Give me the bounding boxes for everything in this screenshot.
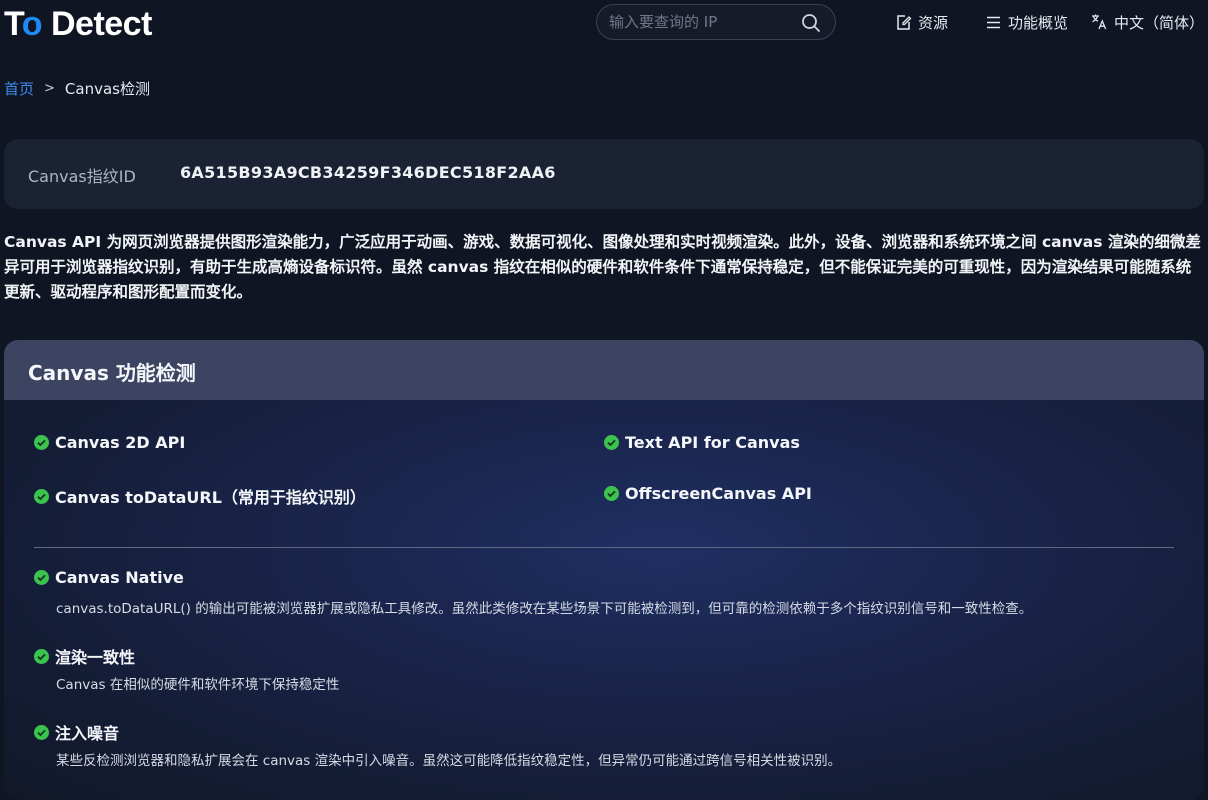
detail-title-label: Canvas Native bbox=[55, 568, 184, 587]
fingerprint-id-card: Canvas指纹ID 6A515B93A9CB34259F346DEC518F2… bbox=[4, 139, 1204, 209]
logo-letter-o: o bbox=[21, 5, 43, 43]
nav-resources-label: 资源 bbox=[918, 13, 949, 32]
detail-title-label: 注入噪音 bbox=[55, 724, 120, 743]
logo-letter-t: T bbox=[4, 5, 22, 43]
check-circle-icon bbox=[34, 724, 49, 740]
menu-icon bbox=[987, 16, 1000, 28]
check-circle-icon bbox=[34, 488, 49, 504]
feature-label: Canvas toDataURL（常用于指纹识别） bbox=[55, 488, 366, 507]
canvas-api-description: Canvas API 为网页浏览器提供图形渲染能力，广泛应用于动画、游戏、数据可… bbox=[4, 233, 1201, 301]
nav-features-overview[interactable]: 功能概览 bbox=[985, 10, 1068, 34]
detail-title: 渲染一致性 bbox=[34, 644, 135, 668]
logo-word-detect: Detect bbox=[42, 5, 152, 43]
feature-detection-panel: Canvas 功能检测 Canvas 2D API Text API for C… bbox=[4, 340, 1204, 800]
check-circle-icon bbox=[34, 435, 49, 450]
breadcrumb-separator: > bbox=[44, 80, 55, 96]
feature-label: OffscreenCanvas API bbox=[625, 484, 812, 503]
detail-text: 某些反检测浏览器和隐私扩展会在 canvas 渲染中引入噪音。虽然这可能降低指纹… bbox=[56, 753, 842, 769]
nav-resources[interactable]: 资源 bbox=[895, 10, 948, 34]
check-circle-icon bbox=[604, 435, 619, 450]
language-selector[interactable]: 中文（简体） bbox=[1090, 10, 1204, 34]
top-bar: To Detect 资源 功能概览 中文（简体） bbox=[0, 0, 1208, 44]
breadcrumb: 首页 > Canvas检测 bbox=[4, 77, 150, 99]
nav-features-label: 功能概览 bbox=[1008, 13, 1069, 32]
language-label: 中文（简体） bbox=[1114, 13, 1205, 32]
panel-title: Canvas 功能检测 bbox=[28, 361, 196, 385]
detail-text: Canvas 在相似的硬件和软件环境下保持稳定性 bbox=[56, 677, 340, 693]
detail-title: 注入噪音 bbox=[34, 720, 119, 744]
detail-text: canvas.toDataURL() 的输出可能被浏览器扩展或隐私工具修改。虽然… bbox=[56, 601, 1033, 617]
ip-search-box bbox=[596, 4, 836, 40]
site-logo[interactable]: To Detect bbox=[4, 4, 152, 44]
fingerprint-id-value[interactable]: 6A515B93A9CB34259F346DEC518F2AA6 bbox=[180, 163, 556, 182]
breadcrumb-home-link[interactable]: 首页 bbox=[4, 78, 34, 99]
ip-search-input[interactable] bbox=[609, 5, 799, 39]
check-circle-icon bbox=[34, 648, 49, 664]
fingerprint-id-label: Canvas指纹ID bbox=[28, 167, 136, 186]
feature-item: OffscreenCanvas API bbox=[604, 484, 812, 503]
detail-title: Canvas Native bbox=[34, 568, 184, 587]
check-circle-icon bbox=[34, 570, 49, 585]
check-circle-icon bbox=[604, 486, 619, 501]
translate-icon bbox=[1092, 14, 1107, 30]
feature-label: Canvas 2D API bbox=[55, 433, 186, 452]
panel-header: Canvas 功能检测 bbox=[4, 340, 1204, 400]
edit-document-icon bbox=[897, 14, 912, 30]
feature-item: Canvas 2D API bbox=[34, 433, 185, 452]
feature-item: Text API for Canvas bbox=[604, 433, 800, 452]
search-icon[interactable] bbox=[800, 12, 822, 34]
feature-label: Text API for Canvas bbox=[625, 433, 800, 452]
detail-title-label: 渲染一致性 bbox=[55, 648, 136, 667]
feature-item: Canvas toDataURL（常用于指纹识别） bbox=[34, 484, 366, 508]
section-divider bbox=[34, 547, 1174, 548]
breadcrumb-current: Canvas检测 bbox=[64, 79, 150, 98]
